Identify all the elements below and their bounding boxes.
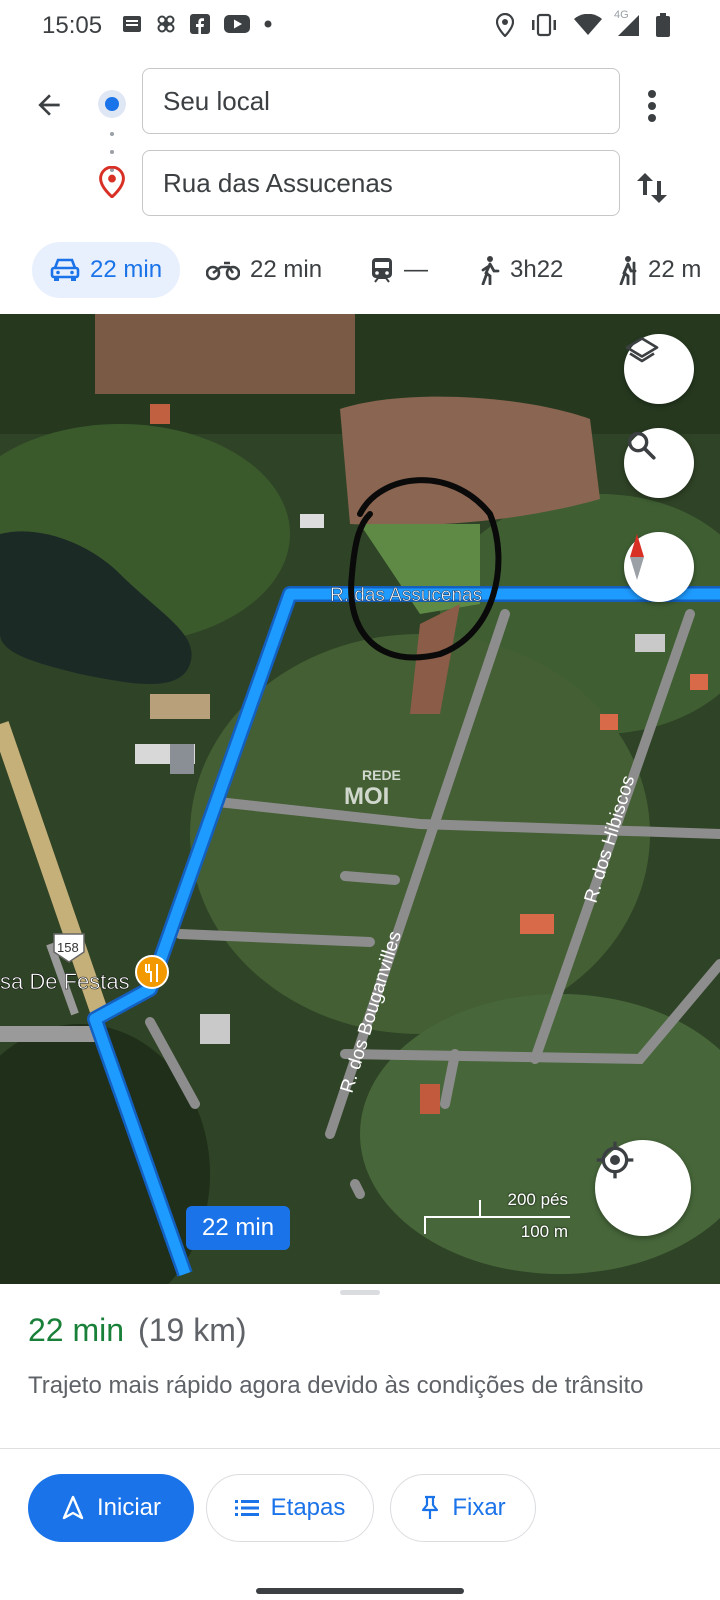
layers-icon (625, 337, 659, 363)
arrow-back-icon (38, 94, 60, 116)
watermark-top: REDE (362, 767, 401, 783)
location-status-icon (496, 13, 514, 37)
route-duration: 22 min (28, 1312, 125, 1348)
watermark-bottom: MOI (344, 783, 389, 810)
home-indicator[interactable] (256, 1588, 464, 1594)
mode-motorcycle-label: 22 min (250, 256, 323, 283)
mode-transit[interactable]: — (370, 242, 428, 298)
compass-button[interactable] (624, 532, 694, 602)
swap-vert-icon (637, 173, 667, 203)
route-duration-chip[interactable]: 22 min (186, 1206, 291, 1250)
scale-imperial: 200 pés (507, 1190, 569, 1209)
mode-car[interactable]: 22 min (32, 242, 181, 298)
car-icon (50, 258, 80, 281)
cell-signal-icon: 4G (614, 9, 640, 37)
origin-field[interactable]: Seu local (142, 68, 620, 134)
restaurant-marker-icon[interactable] (135, 955, 169, 989)
mode-ride-label: 22 m (648, 256, 702, 283)
fan-icon (157, 15, 175, 33)
swap-button[interactable] (630, 166, 674, 210)
news-icon (123, 16, 141, 32)
compass-icon (630, 534, 644, 580)
map-label-assucenas: R. das Assucenas (330, 585, 482, 606)
more-vert-icon (648, 90, 656, 122)
more-options-button[interactable] (632, 84, 672, 128)
my-location-button[interactable] (595, 1140, 691, 1236)
steps-button-label: Etapas (270, 1494, 346, 1521)
map-view[interactable]: R. das Assucenas R. dos Hibiscos R. dos … (0, 314, 720, 1284)
route-description: Trajeto mais rápido agora devido às cond… (28, 1372, 644, 1399)
wifi-icon (574, 14, 602, 35)
mode-car-label: 22 min (90, 256, 163, 283)
start-button-label: Iniciar (96, 1494, 162, 1521)
destination-field[interactable]: Rua das Assucenas (142, 150, 620, 216)
status-time: 15:05 (42, 12, 103, 39)
notification-icons (122, 14, 272, 34)
route-shield-label: 158 (57, 940, 79, 955)
pin-button-label: Fixar (452, 1494, 506, 1521)
destination-pin-icon (98, 165, 126, 203)
vibrate-icon (532, 13, 556, 37)
motorcycle-icon (206, 261, 240, 281)
start-button[interactable]: Iniciar (28, 1474, 194, 1542)
list-icon (234, 1500, 259, 1516)
ride-icon (619, 256, 637, 285)
transit-icon (372, 258, 392, 283)
directions-header: Seu local Rua das Assucenas (0, 54, 720, 234)
mode-walk-label: 3h22 (510, 256, 564, 283)
mode-transit-label: — (404, 256, 428, 283)
youtube-icon (224, 15, 250, 33)
sheet-handle[interactable] (340, 1290, 380, 1295)
route-summary: 22 min (19 km) (28, 1312, 247, 1349)
walk-icon (481, 256, 500, 285)
back-button[interactable] (28, 84, 70, 126)
dot-icon (264, 20, 272, 28)
mode-walk[interactable]: 3h22 (478, 242, 563, 298)
steps-button[interactable]: Etapas (206, 1474, 374, 1542)
mode-ride[interactable]: 22 m (614, 242, 701, 298)
travel-modes: 22 min 22 min — 3h22 22 m (0, 236, 720, 306)
navigation-icon (62, 1495, 84, 1520)
search-along-route-button[interactable] (624, 428, 694, 498)
layers-button[interactable] (624, 334, 694, 404)
origin-dot-icon (98, 90, 126, 118)
map-label-place: sa De Festas (0, 969, 130, 994)
facebook-icon (190, 14, 210, 34)
pin-button[interactable]: Fixar (390, 1474, 536, 1542)
status-bar: 15:05 4G (0, 0, 720, 54)
mode-motorcycle[interactable]: 22 min (206, 242, 322, 298)
route-distance: (19 km) (138, 1312, 247, 1348)
scale-metric: 100 m (520, 1222, 568, 1241)
map-scale: 200 pés 100 m (424, 1190, 574, 1241)
my-location-icon (596, 1141, 634, 1179)
battery-icon (656, 13, 670, 37)
divider (0, 1448, 720, 1449)
search-icon (627, 431, 656, 460)
route-summary-sheet: 22 min (19 km) Trajeto mais rápido agora … (0, 1284, 720, 1600)
satellite-map: R. das Assucenas R. dos Hibiscos R. dos … (0, 314, 720, 1284)
system-icons: 4G (496, 9, 670, 37)
pushpin-icon (422, 1495, 439, 1519)
